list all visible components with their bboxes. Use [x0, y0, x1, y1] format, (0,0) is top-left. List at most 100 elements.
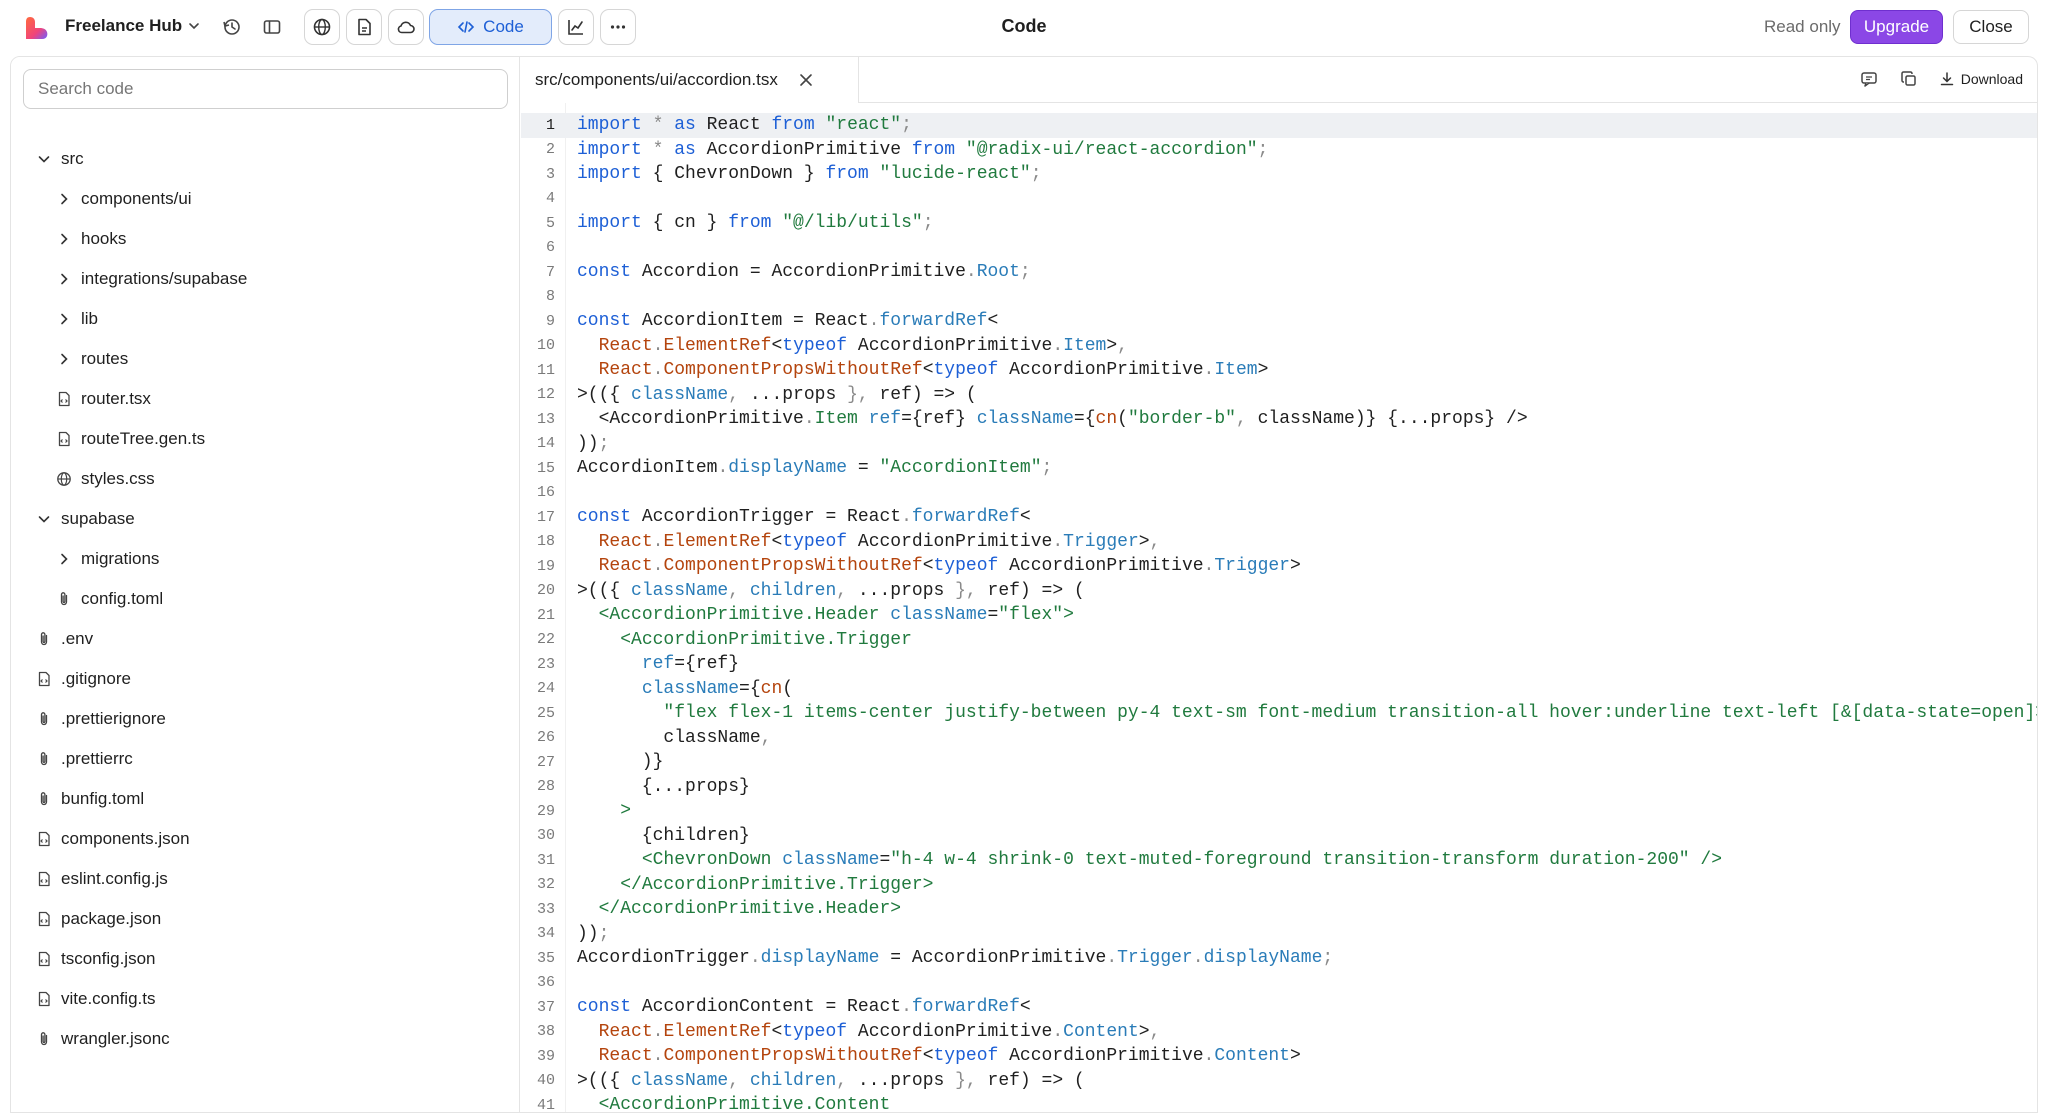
code-line[interactable]: 16	[521, 481, 2037, 506]
tree-file[interactable]: styles.css	[55, 462, 155, 496]
code-line[interactable]: 11 React.ComponentPropsWithoutRef<typeof…	[521, 358, 2037, 383]
line-content: ));	[577, 923, 610, 944]
code-line[interactable]: 28 {...props}	[521, 775, 2037, 800]
code-line[interactable]: 13 <AccordionPrimitive.Item ref={ref} cl…	[521, 407, 2037, 432]
download-button[interactable]: Download	[1939, 71, 2023, 87]
comment-icon[interactable]	[1859, 69, 1879, 89]
line-number: 15	[536, 459, 555, 477]
code-line[interactable]: 40 >(({ className, children, ...props }, …	[521, 1069, 2037, 1094]
tree-file[interactable]: .env	[35, 622, 93, 656]
code-line[interactable]: 22 <AccordionPrimitive.Trigger	[521, 628, 2037, 653]
project-name[interactable]: Freelance Hub	[65, 16, 182, 36]
code-line[interactable]: 12 >(({ className, ...props }, ref) => (	[521, 383, 2037, 408]
tree-file[interactable]: bunfig.toml	[35, 782, 144, 816]
tree-item-label: package.json	[61, 909, 162, 928]
code-line[interactable]: 34));	[521, 922, 2037, 947]
code-line[interactable]: 33 </AccordionPrimitive.Header>	[521, 897, 2037, 922]
code-line[interactable]: 23 ref={ref}	[521, 652, 2037, 677]
code-line[interactable]: 38 React.ElementRef<typeof AccordionPrim…	[521, 1020, 2037, 1045]
line-content: React.ComponentPropsWithoutRef<typeof Ac…	[598, 360, 1269, 381]
tree-file[interactable]: .prettierignore	[35, 702, 166, 736]
code-line[interactable]: 8	[521, 285, 2037, 310]
tree-file[interactable]: config.toml	[55, 582, 163, 616]
code-line[interactable]: 37 const AccordionContent = React.forward…	[521, 995, 2037, 1020]
tree-file[interactable]: .gitignore	[35, 662, 131, 696]
tree-file[interactable]: wrangler.jsonc	[35, 1022, 170, 1056]
tree-file[interactable]: components.json	[35, 822, 190, 856]
code-line[interactable]: 32 </AccordionPrimitive.Trigger>	[521, 873, 2037, 898]
code-button[interactable]: Code	[429, 9, 552, 45]
code-line[interactable]: 25 "flex flex-1 items-center justify-bet…	[521, 701, 2037, 726]
copy-icon[interactable]	[1899, 69, 1919, 89]
code-area[interactable]: 1 import * as React from "react"; 2 import …	[521, 103, 2037, 1113]
tree-folder[interactable]: lib	[55, 302, 98, 336]
tree-folder[interactable]: supabase	[35, 502, 135, 536]
code-line[interactable]: 18 React.ElementRef<typeof AccordionPrim…	[521, 530, 2037, 555]
line-number: 14	[536, 435, 555, 453]
code-line[interactable]: 3 import { ChevronDown } from "lucide-rea…	[521, 162, 2037, 187]
tree-file[interactable]: .prettierrc	[35, 742, 133, 776]
close-tab-icon[interactable]	[798, 72, 814, 88]
code-line[interactable]: 1 import * as React from "react";	[521, 113, 2037, 138]
code-line[interactable]: 27 )}	[521, 750, 2037, 775]
more-button[interactable]	[600, 9, 636, 45]
tree-file[interactable]: tsconfig.json	[35, 942, 156, 976]
paperclip-icon	[35, 1030, 53, 1048]
tree-folder[interactable]: migrations	[55, 542, 159, 576]
code-line[interactable]: 39 React.ComponentPropsWithoutRef<typeof…	[521, 1044, 2037, 1069]
close-button[interactable]: Close	[1953, 10, 2029, 44]
tree-folder[interactable]: hooks	[55, 222, 126, 256]
tree-file[interactable]: vite.config.ts	[35, 982, 156, 1016]
line-content: >(({ className, ...props }, ref) => (	[577, 384, 977, 405]
code-line[interactable]: 7 const Accordion = AccordionPrimitive.Ro…	[521, 260, 2037, 285]
paperclip-icon	[35, 630, 53, 648]
code-line[interactable]: 36	[521, 971, 2037, 996]
code-line[interactable]: 14));	[521, 432, 2037, 457]
code-line[interactable]: 30 {children}	[521, 824, 2037, 849]
code-line[interactable]: 41 <AccordionPrimitive.Content	[521, 1093, 2037, 1113]
download-label: Download	[1960, 71, 2023, 87]
history-icon[interactable]	[219, 14, 245, 40]
tree-folder[interactable]: src	[35, 142, 84, 176]
code-line[interactable]: 35 AccordionTrigger.displayName = Accordi…	[521, 946, 2037, 971]
code-line[interactable]: 29 >	[521, 799, 2037, 824]
chevron-down-icon[interactable]	[186, 18, 202, 34]
tree-file[interactable]: eslint.config.js	[35, 862, 168, 896]
tree-folder[interactable]: integrations/supabase	[55, 262, 247, 296]
tree-folder[interactable]: routes	[55, 342, 128, 376]
line-content: const AccordionTrigger = React.forwardRe…	[577, 507, 1031, 528]
file-tab[interactable]: src/components/ui/accordion.tsx	[521, 57, 859, 103]
tree-file[interactable]: package.json	[35, 902, 161, 936]
app-logo-icon[interactable]	[24, 15, 50, 41]
tree-file[interactable]: routeTree.gen.ts	[55, 422, 205, 456]
files-button[interactable]	[346, 9, 382, 45]
code-line[interactable]: 6	[521, 236, 2037, 261]
analytics-button[interactable]	[558, 9, 594, 45]
code-line[interactable]: 21 <AccordionPrimitive.Header className=…	[521, 603, 2037, 628]
code-line[interactable]: 15 AccordionItem.displayName = "Accordion…	[521, 456, 2037, 481]
upgrade-button[interactable]: Upgrade	[1850, 10, 1943, 44]
search-input[interactable]	[23, 69, 508, 109]
code-line[interactable]: 26 className,	[521, 726, 2037, 751]
code-line[interactable]: 4	[521, 187, 2037, 212]
code-line[interactable]: 20 >(({ className, children, ...props }, …	[521, 579, 2037, 604]
code-line[interactable]: 17 const AccordionTrigger = React.forward…	[521, 505, 2037, 530]
code-line[interactable]: 24 className={cn(	[521, 677, 2037, 702]
tree-file[interactable]: router.tsx	[55, 382, 151, 416]
cloud-icon	[397, 21, 415, 34]
tree-folder[interactable]: components/ui	[55, 182, 192, 216]
code-line[interactable]: 2 import * as AccordionPrimitive from "@r…	[521, 138, 2037, 163]
code-line[interactable]: 19 React.ComponentPropsWithoutRef<typeof…	[521, 554, 2037, 579]
line-content: className={cn(	[641, 678, 794, 699]
chevron-right-icon	[55, 350, 73, 368]
code-line[interactable]: 10 React.ElementRef<typeof AccordionPrim…	[521, 334, 2037, 359]
code-line[interactable]: 5 import { cn } from "@/lib/utils";	[521, 211, 2037, 236]
code-line[interactable]: 31 <ChevronDown className="h-4 w-4 shrin…	[521, 848, 2037, 873]
line-number: 41	[536, 1096, 555, 1113]
line-content: className,	[577, 727, 772, 748]
sidebar-toggle-icon[interactable]	[259, 14, 285, 40]
cloud-button[interactable]	[388, 9, 424, 45]
preview-button[interactable]	[304, 9, 340, 45]
line-number: 31	[536, 851, 555, 869]
code-line[interactable]: 9 const AccordionItem = React.forwardRef<	[521, 309, 2037, 334]
